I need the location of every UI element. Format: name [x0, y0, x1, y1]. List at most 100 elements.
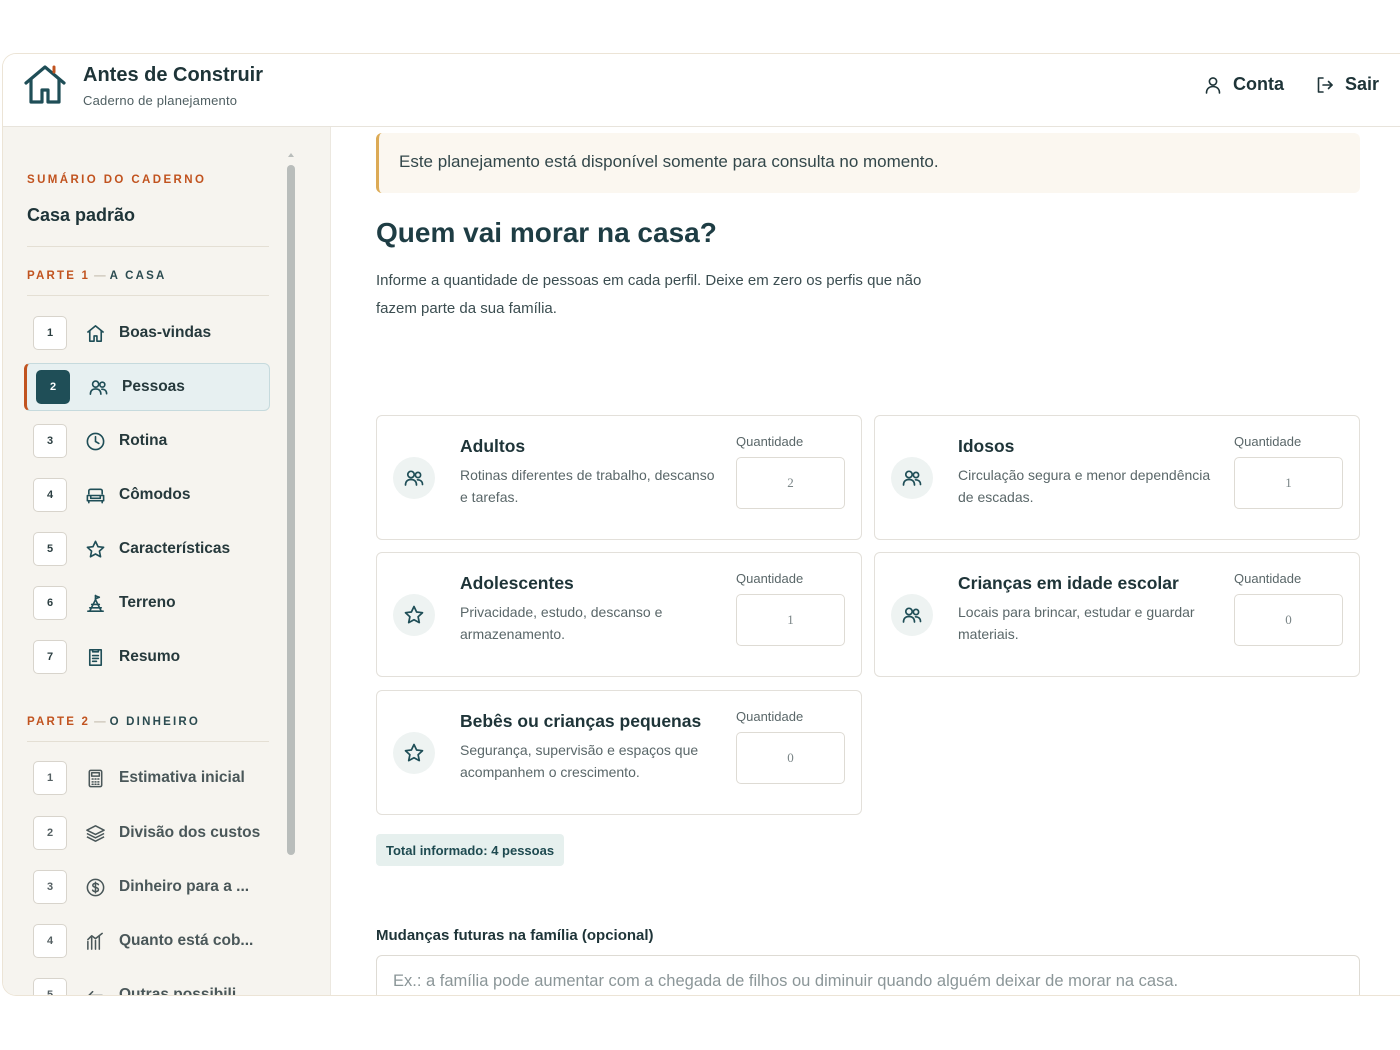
profile-title: Bebês ou crianças pequenas — [460, 711, 702, 731]
sidebar-item-boas-vindas[interactable]: 1 Boas-vindas — [27, 309, 269, 357]
step-number: 5 — [33, 978, 67, 995]
sidebar-item-label: Pessoas — [122, 378, 185, 395]
quantity-label: Quantidade — [736, 709, 804, 724]
sidebar-item-resumo[interactable]: 7 Resumo — [27, 633, 269, 681]
sidebar-item-label: Terreno — [119, 594, 176, 611]
account-button[interactable]: Conta — [1203, 74, 1284, 95]
sidebar-scrollbar[interactable] — [287, 153, 295, 857]
step-number: 2 — [33, 816, 67, 850]
scroll-up-arrow-icon[interactable] — [288, 153, 294, 157]
page-description: Informe a quantidade de pessoas em cada … — [376, 272, 922, 317]
land-icon — [84, 592, 106, 614]
quantity-label: Quantidade — [1234, 434, 1302, 449]
quantity-input[interactable] — [736, 457, 845, 509]
future-changes-label: Mudanças futuras na família (opcional) — [376, 927, 654, 944]
profile-card-criancas-idade-escolar: Crianças em idade escolar Locais para br… — [874, 552, 1360, 677]
main-content: Este planejamento está disponível soment… — [332, 127, 1400, 995]
star-icon — [393, 594, 435, 636]
part-1-prefix: PARTE 1 — [27, 270, 91, 282]
account-label: Conta — [1233, 74, 1284, 94]
top-header: Antes de Construir Caderno de planejamen… — [3, 54, 1400, 127]
sidebar-item-estimativa-inicial[interactable]: 1 Estimativa inicial — [27, 754, 269, 802]
scrollbar-thumb[interactable] — [287, 165, 295, 855]
step-number: 1 — [33, 761, 67, 795]
sidebar-item-dinheiro[interactable]: 3 Dinheiro para a ... — [27, 863, 269, 911]
sidebar-item-comodos[interactable]: 4 Cômodos — [27, 471, 269, 519]
profile-description: Locais para brincar, estudar e guardar m… — [958, 604, 1195, 642]
step-number: 7 — [33, 640, 67, 674]
sidebar-item-label: Características — [119, 540, 231, 557]
dash-separator: — — [94, 270, 106, 282]
quantity-input[interactable] — [1234, 457, 1343, 509]
divider — [27, 246, 269, 247]
sidebar-item-rotina[interactable]: 3 Rotina — [27, 417, 269, 465]
app-title: Antes de Construir — [83, 64, 264, 86]
profile-card-adultos: Adultos Rotinas diferentes de trabalho, … — [376, 415, 862, 540]
part-1-name: A CASA — [109, 270, 167, 282]
logout-button[interactable]: Sair — [1315, 74, 1379, 95]
sidebar-item-label: Dinheiro para a ... — [119, 878, 250, 895]
arrow-left-icon — [84, 984, 106, 995]
sidebar-item-divisao-dos-custos[interactable]: 2 Divisão dos custos — [27, 809, 269, 857]
sofa-icon — [84, 484, 106, 506]
step-number: 2 — [36, 370, 70, 404]
calculator-icon — [84, 767, 106, 789]
sidebar-kicker: SUMÁRIO DO CADERNO — [27, 174, 207, 186]
page-title: Quem vai morar na casa? — [376, 217, 717, 248]
quantity-label: Quantidade — [1234, 571, 1302, 586]
part-1-heading: PARTE 1— A CASA — [27, 270, 166, 282]
profile-card-adolescentes: Adolescentes Privacidade, estudo, descan… — [376, 552, 862, 677]
clock-icon — [84, 430, 106, 452]
star-icon — [84, 538, 106, 560]
part-2-heading: PARTE 2— O DINHEIRO — [27, 716, 200, 728]
profile-description: Segurança, supervisão e espaços que acom… — [460, 742, 699, 780]
app-subtitle: Caderno de planejamento — [83, 93, 238, 108]
quantity-input[interactable] — [736, 732, 845, 784]
read-only-notice: Este planejamento está disponível soment… — [376, 133, 1360, 193]
step-number: 1 — [33, 316, 67, 350]
sidebar-item-label: Resumo — [119, 648, 181, 665]
future-changes-textarea[interactable] — [376, 955, 1360, 995]
house-logo-icon — [24, 65, 66, 104]
profile-description: Rotinas diferentes de trabalho, descanso… — [460, 467, 715, 505]
step-number: 5 — [33, 532, 67, 566]
dash-separator: — — [94, 716, 106, 728]
sidebar-item-label: Cômodos — [119, 486, 191, 503]
sidebar-item-label: Boas-vindas — [119, 324, 212, 341]
logout-label: Sair — [1345, 74, 1380, 94]
sidebar-item-outras-possibilidades[interactable]: 5 Outras possibili... — [27, 971, 269, 995]
sidebar: SUMÁRIO DO CADERNO Casa padrão PARTE 1— A… — [3, 127, 331, 995]
quantity-input[interactable] — [736, 594, 845, 646]
part-2-prefix: PARTE 2 — [27, 716, 91, 728]
profile-title: Adultos — [460, 436, 526, 456]
profile-title: Crianças em idade escolar — [958, 573, 1179, 593]
quantity-input[interactable] — [1234, 594, 1343, 646]
sidebar-item-quanto-esta-coberto[interactable]: 4 Quanto está cob... — [27, 917, 269, 965]
notebook-title: Casa padrão — [27, 205, 136, 225]
profile-card-bebes: Bebês ou crianças pequenas Segurança, su… — [376, 690, 862, 815]
profile-description: Privacidade, estudo, descanso e armazena… — [460, 604, 663, 642]
sidebar-item-pessoas[interactable]: 2 Pessoas — [24, 363, 270, 411]
people-icon — [393, 457, 435, 499]
quantity-label: Quantidade — [736, 434, 804, 449]
profile-title: Idosos — [958, 436, 1015, 456]
people-icon — [891, 594, 933, 636]
sidebar-item-terreno[interactable]: 6 Terreno — [27, 579, 269, 627]
layers-icon — [84, 822, 106, 844]
step-number: 3 — [33, 424, 67, 458]
quantity-label: Quantidade — [736, 571, 804, 586]
total-badge: Total informado: 4 pessoas — [376, 834, 565, 866]
profile-description: Circulação segura e menor dependência de… — [958, 467, 1211, 505]
divider — [27, 741, 269, 742]
divider — [27, 295, 269, 296]
sidebar-item-caracteristicas[interactable]: 5 Características — [27, 525, 269, 573]
logout-icon — [1317, 76, 1333, 93]
user-icon — [1205, 76, 1221, 94]
app-window: Antes de Construir Caderno de planejamen… — [2, 53, 1400, 996]
part-2-name: O DINHEIRO — [109, 716, 200, 728]
star-icon — [393, 732, 435, 774]
profile-title: Adolescentes — [460, 573, 574, 593]
step-number: 4 — [33, 924, 67, 958]
chart-icon — [84, 930, 106, 952]
step-number: 6 — [33, 586, 67, 620]
